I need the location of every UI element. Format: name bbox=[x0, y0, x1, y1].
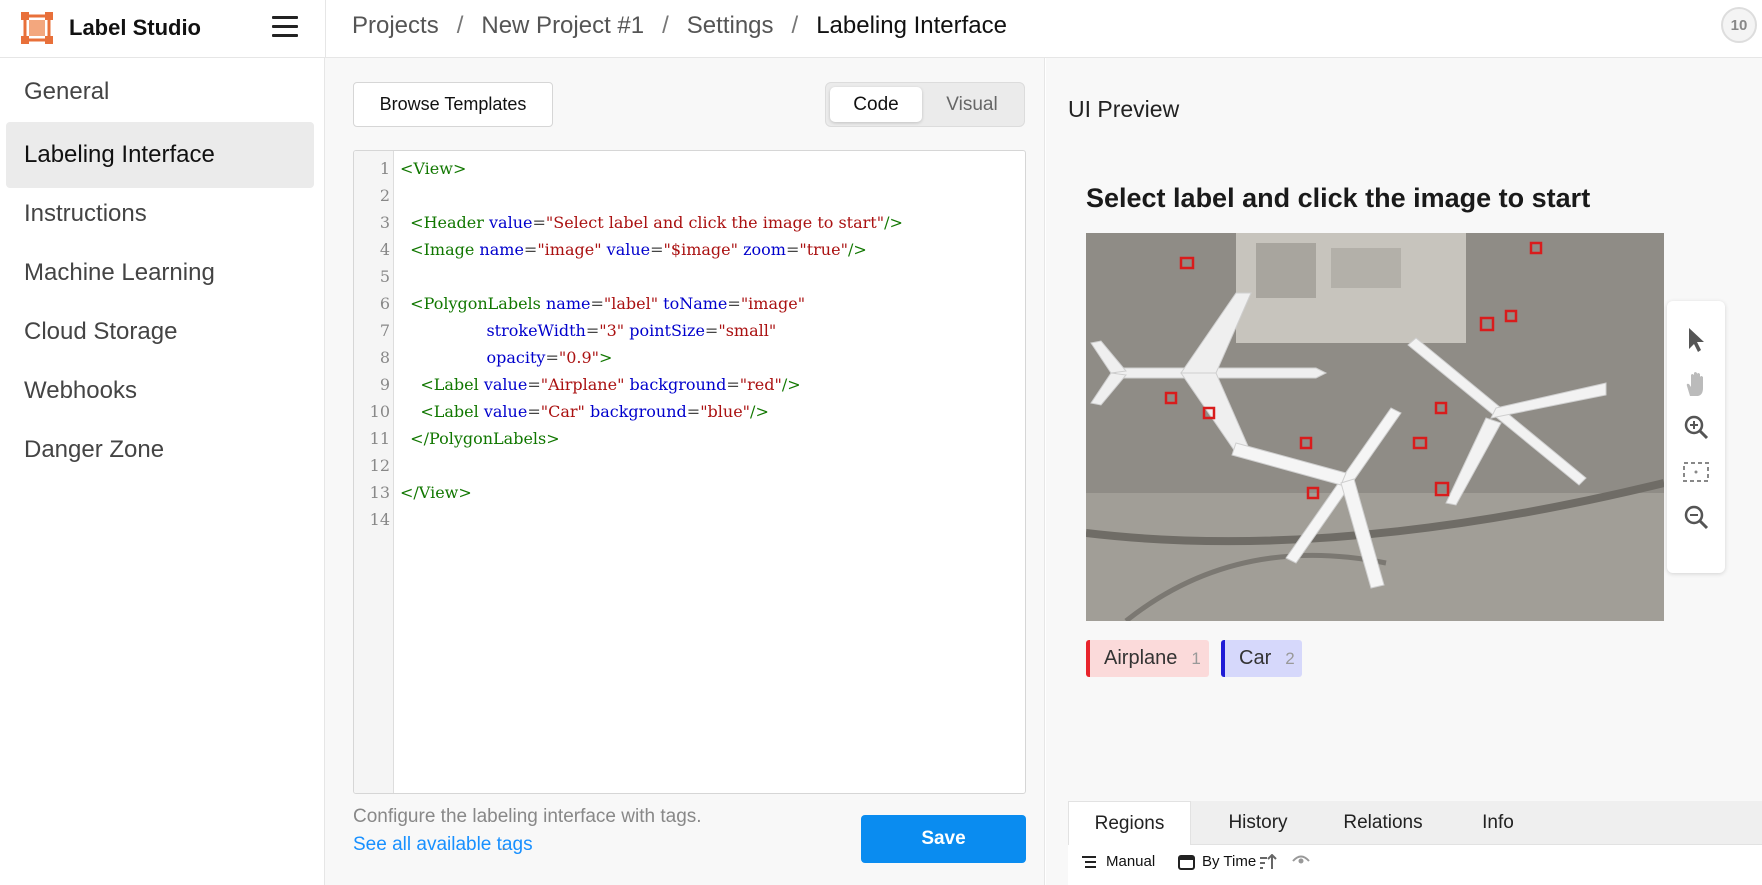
sort-ascending-icon bbox=[1260, 853, 1277, 869]
hand-icon[interactable] bbox=[1680, 368, 1712, 400]
sidebar-item-webhooks[interactable]: Webhooks bbox=[6, 358, 314, 424]
line-number: 5 bbox=[379, 267, 390, 286]
sidebar-tabs: Regions History Relations Info bbox=[1068, 801, 1762, 845]
labeling-image[interactable] bbox=[1086, 233, 1664, 621]
eye-icon bbox=[1292, 855, 1310, 864]
tab-info[interactable]: Info bbox=[1448, 801, 1548, 845]
fit-screen-icon[interactable] bbox=[1680, 456, 1712, 488]
zoom-out-icon[interactable] bbox=[1680, 501, 1712, 533]
browse-templates-button[interactable]: Browse Templates bbox=[353, 82, 553, 127]
regions-toolbar: Manual By Time bbox=[1068, 845, 1762, 885]
code-mode-tab[interactable]: Code bbox=[830, 87, 922, 122]
line-number: 4 bbox=[379, 240, 390, 259]
label-name: Airplane bbox=[1104, 647, 1178, 669]
label-hotkey: 2 bbox=[1285, 648, 1295, 668]
breadcrumb-current: Labeling Interface bbox=[816, 12, 1007, 39]
line-number: 11 bbox=[369, 429, 390, 448]
code-line[interactable]: strokeWidth="3" pointSize="small" bbox=[400, 321, 776, 340]
zoom-in-icon[interactable] bbox=[1680, 411, 1712, 443]
code-editor[interactable]: 1 2 3 4 5 6 7 8 9 10 11 12 13 14 <View> <Header value… bbox=[353, 150, 1026, 794]
line-number: 1 bbox=[379, 159, 390, 178]
breadcrumb-settings[interactable]: Settings bbox=[687, 12, 774, 40]
ui-preview-pane: UI Preview Select label and click the im… bbox=[1046, 58, 1762, 885]
tab-history[interactable]: History bbox=[1198, 801, 1318, 845]
breadcrumb-separator: / bbox=[456, 12, 464, 39]
sidebar-item-machine-learning[interactable]: Machine Learning bbox=[6, 240, 314, 306]
sidebar-item-cloud-storage[interactable]: Cloud Storage bbox=[6, 299, 314, 365]
line-number: 13 bbox=[369, 483, 390, 502]
visibility-toggle[interactable] bbox=[1292, 853, 1310, 867]
image-toolbar bbox=[1667, 301, 1725, 573]
config-hint: Configure the labeling interface with ta… bbox=[353, 806, 702, 827]
breadcrumb-separator: / bbox=[662, 12, 669, 39]
group-mode-label: Manual bbox=[1106, 853, 1156, 870]
preview-title: UI Preview bbox=[1068, 96, 1180, 122]
breadcrumb: Projects / New Project #1 / Settings / L… bbox=[352, 12, 1007, 40]
app-name: Label Studio bbox=[69, 15, 201, 40]
calendar-icon bbox=[1178, 854, 1195, 870]
group-manual-button[interactable]: Manual bbox=[1082, 853, 1155, 870]
line-number: 7 bbox=[379, 321, 390, 340]
label-car[interactable]: Car 2 bbox=[1221, 640, 1302, 677]
top-bar: Label Studio Projects / New Project #1 /… bbox=[0, 0, 1762, 58]
code-line[interactable]: <Label value="Airplane" background="red"… bbox=[400, 375, 800, 394]
label-name: Car bbox=[1239, 647, 1272, 669]
sidebar-item-labeling-interface[interactable]: Labeling Interface bbox=[6, 122, 314, 188]
tab-regions[interactable]: Regions bbox=[1068, 801, 1191, 845]
sidebar-item-general[interactable]: General bbox=[6, 59, 314, 125]
line-number: 3 bbox=[379, 213, 390, 232]
breadcrumb-projects[interactable]: Projects bbox=[352, 12, 439, 40]
code-line[interactable]: opacity="0.9"> bbox=[400, 348, 612, 367]
sidebar-item-instructions[interactable]: Instructions bbox=[6, 181, 314, 247]
code-line[interactable]: </View> bbox=[400, 483, 472, 502]
divider bbox=[325, 0, 326, 58]
save-button[interactable]: Save bbox=[861, 815, 1026, 863]
code-line[interactable]: <Header value="Select label and click th… bbox=[400, 213, 903, 232]
code-line[interactable]: </PolygonLabels> bbox=[400, 429, 560, 448]
code-line[interactable]: <View> bbox=[400, 159, 466, 178]
line-number-gutter: 1 2 3 4 5 6 7 8 9 10 11 12 13 14 bbox=[354, 151, 394, 793]
label-hotkey: 1 bbox=[1191, 648, 1201, 668]
list-icon bbox=[1082, 855, 1096, 868]
line-number: 14 bbox=[369, 510, 390, 529]
line-number: 10 bbox=[369, 402, 390, 421]
line-number: 6 bbox=[379, 294, 390, 313]
tab-relations[interactable]: Relations bbox=[1323, 801, 1443, 845]
label-studio-logo-icon[interactable] bbox=[20, 11, 54, 45]
breadcrumb-separator: / bbox=[791, 12, 799, 39]
visual-mode-tab[interactable]: Visual bbox=[926, 87, 1018, 122]
hint-period: . bbox=[501, 834, 507, 855]
pointer-icon[interactable] bbox=[1680, 323, 1712, 355]
menu-icon[interactable] bbox=[272, 16, 298, 38]
order-mode-label: By Time bbox=[1202, 853, 1257, 870]
code-line[interactable]: <PolygonLabels name="label" toName="imag… bbox=[400, 294, 805, 313]
code-line[interactable]: <Image name="image" value="$image" zoom=… bbox=[400, 240, 867, 259]
line-number: 2 bbox=[379, 186, 390, 205]
breadcrumb-project[interactable]: New Project #1 bbox=[481, 12, 644, 40]
code-line[interactable]: <Label value="Car" background="blue"/> bbox=[400, 402, 769, 421]
line-number: 12 bbox=[369, 456, 390, 475]
settings-sidebar: General Labeling Interface Instructions … bbox=[0, 58, 325, 885]
label-airplane[interactable]: Airplane 1 bbox=[1086, 640, 1209, 677]
aerial-airport-image bbox=[1086, 233, 1664, 621]
line-number: 8 bbox=[379, 348, 390, 367]
config-editor-pane: Browse Templates Code Visual 1 2 3 4 5 6 7 8 9 10… bbox=[325, 58, 1045, 885]
preview-header: Select label and click the image to star… bbox=[1086, 183, 1591, 213]
editor-mode-toggle: Code Visual bbox=[825, 82, 1025, 127]
line-number: 9 bbox=[379, 375, 390, 394]
avatar[interactable]: 10 bbox=[1721, 7, 1757, 43]
order-by-time-button[interactable]: By Time bbox=[1178, 853, 1278, 870]
sidebar-item-danger-zone[interactable]: Danger Zone bbox=[6, 417, 314, 483]
